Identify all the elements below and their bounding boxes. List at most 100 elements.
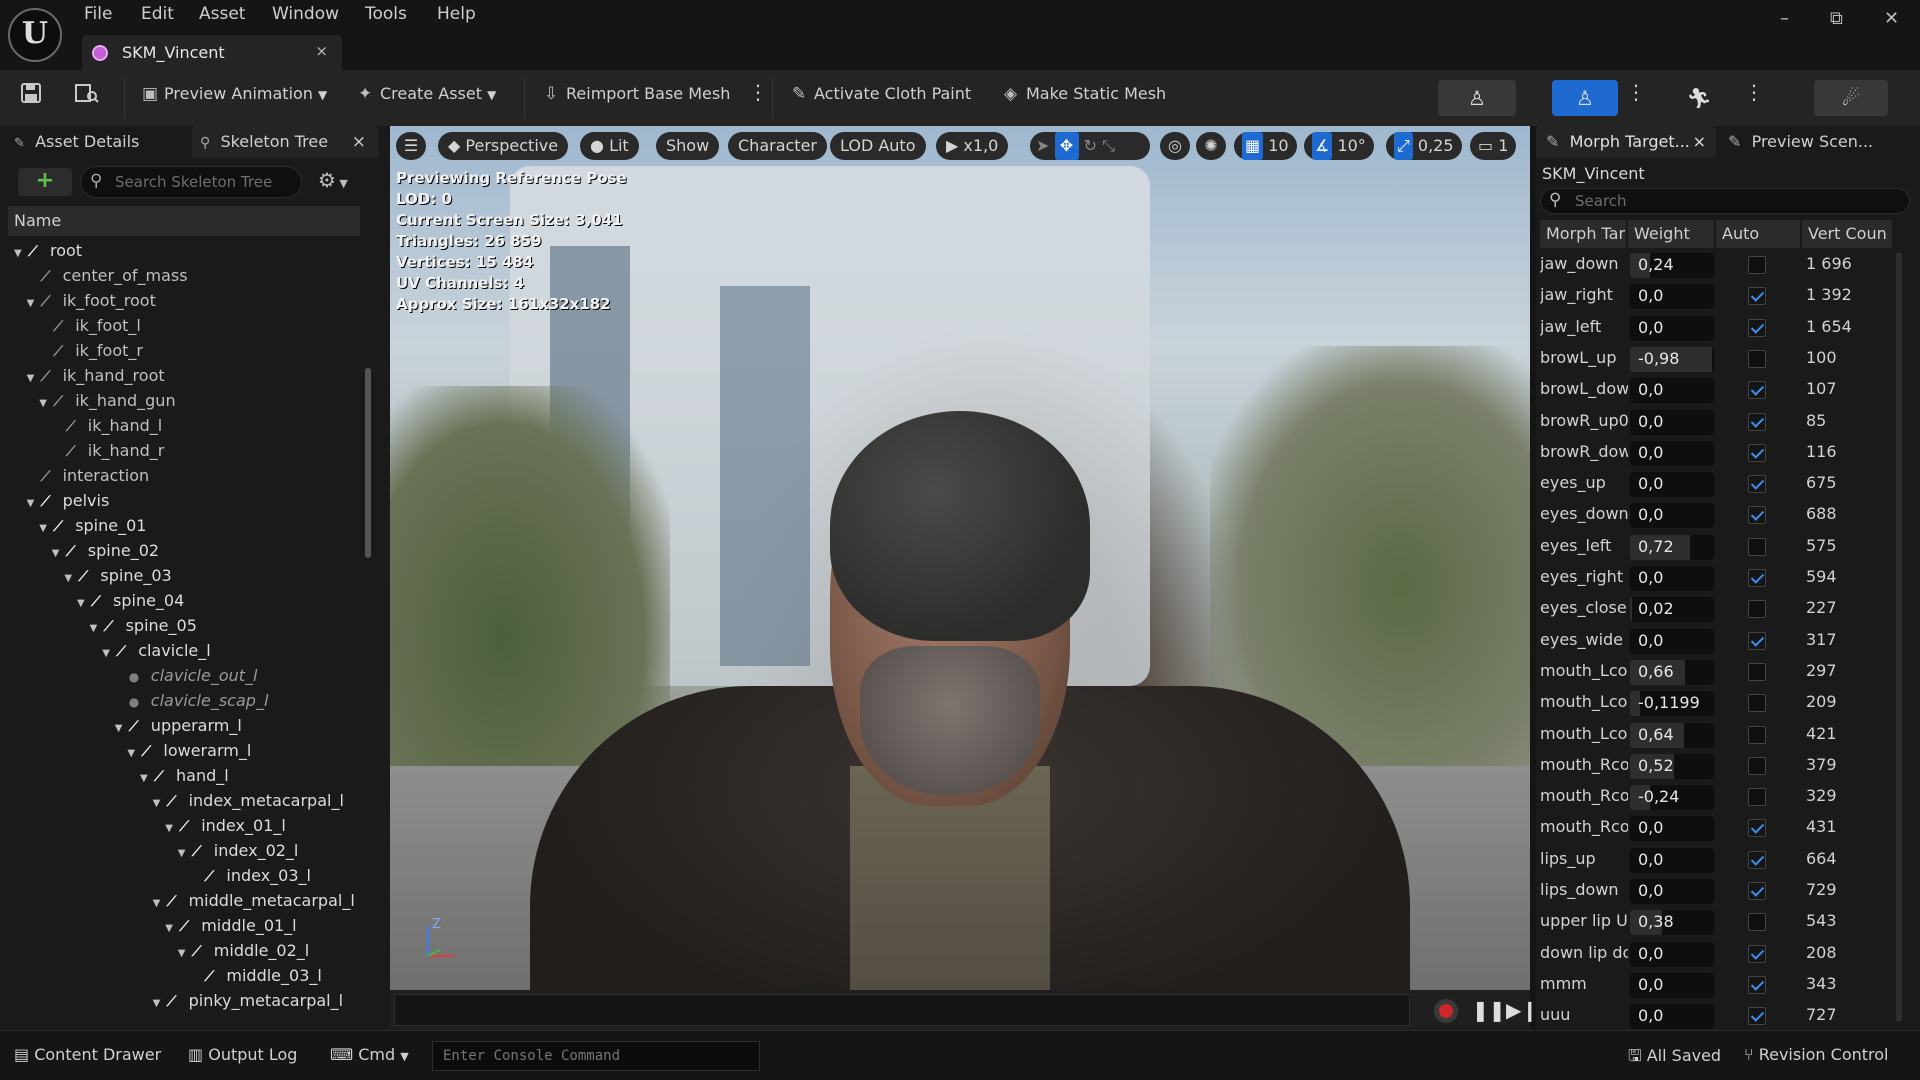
bone-row[interactable]: ▼ ⟋ root <box>14 238 82 263</box>
auto-checkbox[interactable] <box>1748 819 1766 838</box>
bone-row[interactable]: ▼ ⟋ middle_02_l <box>178 938 309 963</box>
bone-row[interactable]: ⟋ interaction <box>27 463 150 488</box>
menu-window[interactable]: Window <box>272 4 339 24</box>
morph-weight-slider[interactable]: 0,0 <box>1630 1004 1714 1030</box>
auto-checkbox[interactable] <box>1748 662 1766 681</box>
bone-row[interactable]: ▼ ⟋ hand_l <box>140 763 229 788</box>
viewport[interactable]: ☰ ◆ Perspective ● Lit Show Character LOD… <box>390 126 1530 990</box>
socket-row[interactable]: ● clavicle_scap_l <box>115 688 269 713</box>
morph-weight-slider[interactable]: 0,0 <box>1630 409 1714 435</box>
mesh-mode-options-icon[interactable]: ⋮ <box>1626 80 1646 104</box>
auto-checkbox[interactable] <box>1748 349 1766 368</box>
create-asset-button[interactable]: ✦ Create Asset ▼ <box>358 84 496 104</box>
bone-row[interactable]: ▼ ⟋ spine_01 <box>39 513 146 538</box>
morph-weight-slider[interactable]: 0,66 <box>1630 659 1714 685</box>
local-space-icon[interactable]: ◎ <box>1160 132 1190 160</box>
select-tool-icon[interactable]: ➤ <box>1036 136 1049 155</box>
close-window-button[interactable]: ✕ <box>1884 8 1899 29</box>
morph-weight-slider[interactable]: 0,0 <box>1630 972 1714 998</box>
viewport-menu-button[interactable]: ☰ <box>396 132 426 160</box>
morph-weight-slider[interactable]: 0,0 <box>1630 566 1714 591</box>
auto-checkbox[interactable] <box>1748 287 1766 306</box>
morph-weight-slider[interactable]: 0,24 <box>1630 253 1714 278</box>
morph-weight-slider[interactable]: 0,0 <box>1630 628 1714 654</box>
surface-snap-icon[interactable]: ✺ <box>1196 132 1226 160</box>
activate-cloth-paint-button[interactable]: ✎ Activate Cloth Paint <box>792 84 971 104</box>
record-button[interactable] <box>1434 999 1458 1023</box>
menu-tools[interactable]: Tools <box>365 4 407 24</box>
tab-skeleton-tree[interactable]: ⚲ Skeleton Tree × <box>192 126 378 158</box>
auto-checkbox[interactable] <box>1748 725 1766 744</box>
column-header-name[interactable]: Name <box>8 206 360 236</box>
morph-weight-slider[interactable]: 0,0 <box>1630 472 1714 498</box>
morph-weight-slider[interactable]: 0,38 <box>1630 910 1714 936</box>
morph-weight-slider[interactable]: 0,72 <box>1630 534 1714 560</box>
step-forward-icon[interactable]: ▶❙ <box>1506 998 1538 1022</box>
column-header-vert-count[interactable]: Vert Coun <box>1802 220 1892 248</box>
auto-checkbox[interactable] <box>1748 381 1766 400</box>
minimize-button[interactable]: – <box>1780 8 1789 29</box>
preview-animation-button[interactable]: ▣ Preview Animation ▼ <box>142 84 327 104</box>
close-tab-icon[interactable]: × <box>315 42 328 60</box>
camera-speed-button[interactable]: ▭ 1 <box>1470 132 1517 160</box>
bone-row[interactable]: ▼ ⟋ pinky_metacarpal_l <box>153 988 343 1013</box>
auto-checkbox[interactable] <box>1748 256 1766 274</box>
morph-weight-slider[interactable]: 0,0 <box>1630 440 1714 466</box>
tab-preview-scene[interactable]: ✎ Preview Scen... <box>1728 126 1873 158</box>
morph-weight-slider[interactable]: -0,1199 <box>1630 691 1714 717</box>
auto-checkbox[interactable] <box>1748 569 1766 587</box>
mesh-mode-button[interactable]: ♙ <box>1552 80 1618 116</box>
auto-checkbox[interactable] <box>1748 756 1766 775</box>
close-tab-icon[interactable]: × <box>1693 126 1706 158</box>
bone-row[interactable]: ⟋ middle_03_l <box>190 963 321 988</box>
add-socket-button[interactable]: + <box>18 168 72 196</box>
skeleton-mode-button[interactable]: ♙ <box>1438 80 1516 116</box>
scale-snap-button[interactable]: ⤢ 0,25 <box>1386 132 1462 160</box>
auto-checkbox[interactable] <box>1748 631 1766 650</box>
morph-weight-slider[interactable]: 0,0 <box>1630 879 1714 904</box>
bone-row[interactable]: ▼ ⟋ ik_hand_root <box>27 363 165 388</box>
auto-checkbox[interactable] <box>1748 975 1766 994</box>
bone-row[interactable]: ▼ ⟋ clavicle_l <box>102 638 211 663</box>
bone-row[interactable]: ⟋ index_03_l <box>190 863 311 888</box>
close-tab-icon[interactable]: × <box>352 126 366 158</box>
auto-checkbox[interactable] <box>1748 944 1766 963</box>
morph-weight-slider[interactable]: -0,24 <box>1630 785 1714 811</box>
auto-checkbox[interactable] <box>1748 506 1766 525</box>
bone-row[interactable]: ⟋ center_of_mass <box>27 263 188 288</box>
bone-row[interactable]: ▼ ⟋ middle_01_l <box>165 913 296 938</box>
auto-checkbox[interactable] <box>1748 537 1766 556</box>
animation-mode-button[interactable]: 🏃︎ <box>1660 80 1738 116</box>
tab-asset-details[interactable]: ✎ Asset Details <box>14 126 139 158</box>
cmd-dropdown[interactable]: ⌨ Cmd ▼ <box>330 1045 409 1064</box>
bone-row[interactable]: ⟋ ik_hand_r <box>52 438 165 463</box>
auto-checkbox[interactable] <box>1748 600 1766 619</box>
column-header-morph-target[interactable]: Morph Tar <box>1540 220 1626 248</box>
animation-mode-options-icon[interactable]: ⋮ <box>1744 80 1764 104</box>
bone-row[interactable]: ⟋ ik_foot_r <box>39 338 143 363</box>
morph-search-input[interactable]: ⚲ Search <box>1540 188 1910 214</box>
bone-row[interactable]: ▼ ⟋ index_02_l <box>178 838 299 863</box>
column-header-auto[interactable]: Auto <box>1716 220 1800 248</box>
morph-weight-slider[interactable]: 0,0 <box>1630 847 1714 873</box>
menu-edit[interactable]: Edit <box>141 4 174 24</box>
morph-weight-slider[interactable]: 0,0 <box>1630 503 1714 529</box>
menu-asset[interactable]: Asset <box>199 4 245 24</box>
more-options-icon[interactable]: ⋮ <box>748 80 768 104</box>
morph-weight-slider[interactable]: 0,0 <box>1630 378 1714 404</box>
auto-checkbox[interactable] <box>1748 1007 1766 1026</box>
grid-snap-button[interactable]: ▦ 10 <box>1234 132 1297 160</box>
bone-row[interactable]: ▼⟋pinky_01_l <box>165 1013 285 1016</box>
rotate-tool-icon[interactable]: ↻ <box>1084 136 1097 155</box>
save-icon[interactable] <box>20 82 42 108</box>
auto-checkbox[interactable] <box>1748 850 1766 869</box>
morph-weight-slider[interactable]: 0,0 <box>1630 315 1714 341</box>
column-header-weight[interactable]: Weight <box>1628 220 1714 248</box>
bone-row[interactable]: ▼ ⟋ spine_05 <box>90 613 197 638</box>
perspective-button[interactable]: ◆ Perspective <box>438 132 569 160</box>
menu-help[interactable]: Help <box>437 4 476 24</box>
reimport-base-mesh-button[interactable]: ⇩ Reimport Base Mesh <box>544 84 730 104</box>
auto-checkbox[interactable] <box>1748 694 1766 713</box>
morph-weight-slider[interactable]: 0,02 <box>1630 597 1714 623</box>
show-button[interactable]: Show <box>656 132 720 160</box>
